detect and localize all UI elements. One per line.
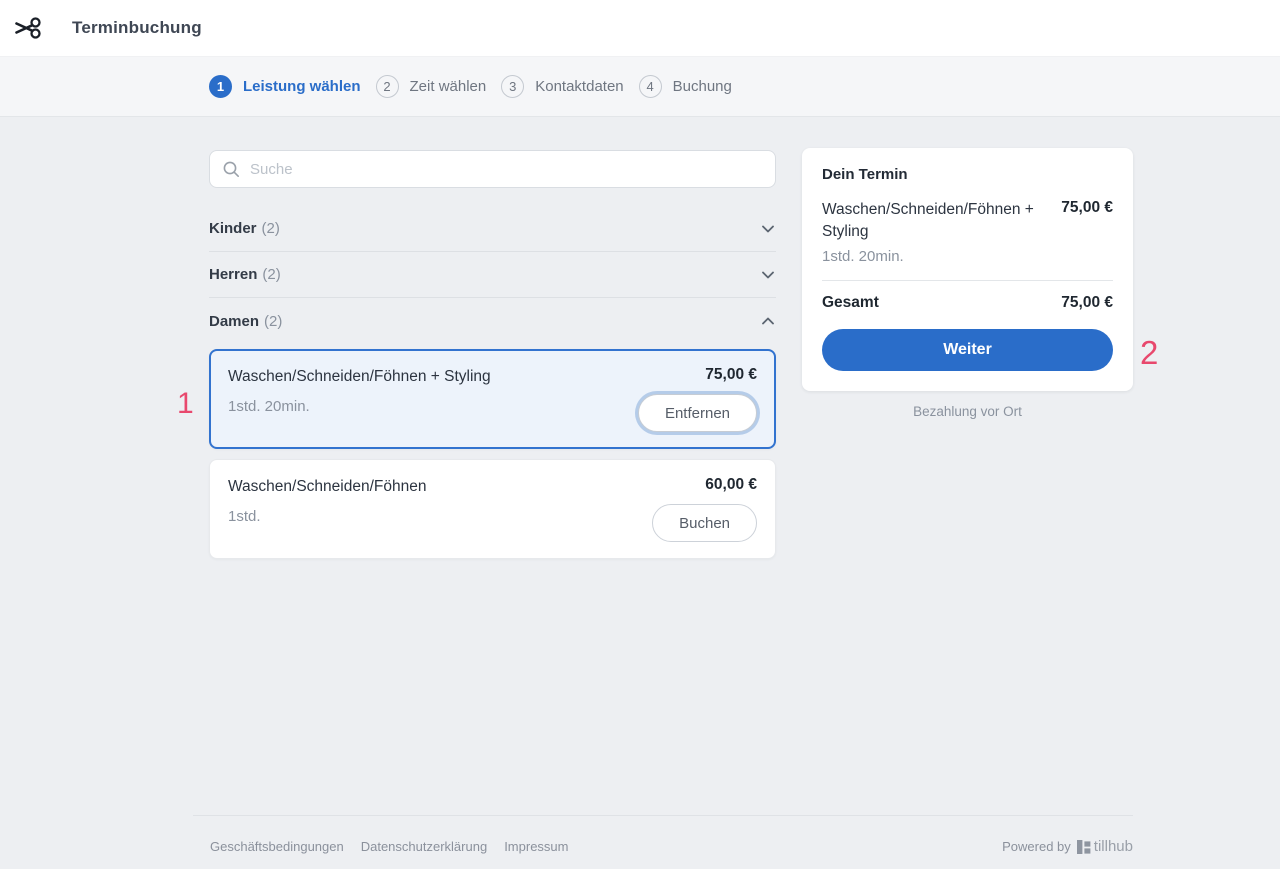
chevron-up-icon xyxy=(760,313,776,329)
link-geschaeftsbedingungen[interactable]: Geschäftsbedingungen xyxy=(210,839,344,854)
step-label: Buchung xyxy=(673,78,732,95)
scissors-icon xyxy=(12,12,44,44)
cart-total-row: Gesamt 75,00 € xyxy=(822,294,1113,312)
annotation-marker-2: 2 xyxy=(1140,336,1158,369)
step-number: 2 xyxy=(376,75,399,98)
weiter-button[interactable]: Weiter xyxy=(822,329,1113,371)
app-header: Terminbuchung xyxy=(0,0,1280,57)
category-damen[interactable]: Damen (2) xyxy=(209,298,776,344)
category-name: Damen xyxy=(209,313,259,330)
category-count: (2) xyxy=(262,220,280,237)
link-datenschutzerklaerung[interactable]: Datenschutzerklärung xyxy=(361,839,487,854)
main-content: Kinder (2) Herren (2) Damen (2) Waschen/… xyxy=(209,117,1133,569)
powered-by-text: Powered by xyxy=(1002,839,1071,854)
category-herren[interactable]: Herren (2) xyxy=(209,252,776,298)
cart-summary-card: Dein Termin Waschen/Schneiden/Föhnen + S… xyxy=(802,148,1133,391)
search-input[interactable] xyxy=(250,161,763,178)
page-footer: Geschäftsbedingungen Datenschutzerklärun… xyxy=(193,815,1133,869)
service-duration: 1std. xyxy=(228,504,261,525)
service-footer: 1std. Buchen xyxy=(228,504,757,542)
powered-by: Powered by tillhub xyxy=(1002,838,1133,855)
service-title: Waschen/Schneiden/Föhnen xyxy=(228,476,426,498)
service-header: Waschen/Schneiden/Föhnen 60,00 € xyxy=(228,476,757,498)
entfernen-button[interactable]: Entfernen xyxy=(638,394,757,432)
service-price: 60,00 € xyxy=(705,476,757,494)
service-list-column: Kinder (2) Herren (2) Damen (2) Waschen/… xyxy=(209,150,776,569)
service-footer: 1std. 20min. Entfernen xyxy=(228,394,757,432)
step-bar: 1 Leistung wählen 2 Zeit wählen 3 Kontak… xyxy=(0,57,1280,117)
cart-total-label: Gesamt xyxy=(822,294,879,312)
category-kinder[interactable]: Kinder (2) xyxy=(209,206,776,252)
service-title: Waschen/Schneiden/Föhnen + Styling xyxy=(228,366,491,388)
search-icon xyxy=(222,160,240,178)
category-count: (2) xyxy=(264,313,282,330)
cart-item-duration: 1std. 20min. xyxy=(822,248,1113,265)
chevron-down-icon xyxy=(760,221,776,237)
step-label: Leistung wählen xyxy=(243,78,361,95)
divider xyxy=(822,280,1113,281)
step-number: 3 xyxy=(501,75,524,98)
service-card-selected[interactable]: Waschen/Schneiden/Föhnen + Styling 75,00… xyxy=(209,349,776,449)
buchen-button[interactable]: Buchen xyxy=(652,504,757,542)
step-label: Zeit wählen xyxy=(410,78,487,95)
cart-column: Dein Termin Waschen/Schneiden/Föhnen + S… xyxy=(802,150,1133,569)
cart-item-title: Waschen/Schneiden/Föhnen + Styling xyxy=(822,199,1047,243)
annotation-marker-1: 1 xyxy=(177,389,194,419)
step-indicator: 1 Leistung wählen 2 Zeit wählen 3 Kontak… xyxy=(209,75,747,98)
step-leistung-waehlen[interactable]: 1 Leistung wählen xyxy=(209,75,361,98)
step-number: 1 xyxy=(209,75,232,98)
cart-item: Waschen/Schneiden/Föhnen + Styling 75,00… xyxy=(822,199,1113,243)
step-zeit-waehlen[interactable]: 2 Zeit wählen xyxy=(376,75,487,98)
footer-row: Geschäftsbedingungen Datenschutzerklärun… xyxy=(193,816,1133,869)
category-count: (2) xyxy=(262,266,280,283)
tillhub-logo-icon xyxy=(1077,840,1091,854)
tillhub-brand-text: tillhub xyxy=(1094,838,1133,855)
cart-title: Dein Termin xyxy=(822,166,1113,183)
cart-item-price: 75,00 € xyxy=(1061,199,1113,243)
service-header: Waschen/Schneiden/Föhnen + Styling 75,00… xyxy=(228,366,757,388)
chevron-down-icon xyxy=(760,267,776,283)
category-name: Kinder xyxy=(209,220,257,237)
category-name: Herren xyxy=(209,266,257,283)
cart-total-price: 75,00 € xyxy=(1061,294,1113,312)
page-title: Terminbuchung xyxy=(72,18,202,38)
step-number: 4 xyxy=(639,75,662,98)
service-price: 75,00 € xyxy=(705,366,757,384)
link-impressum[interactable]: Impressum xyxy=(504,839,568,854)
tillhub-brand: tillhub xyxy=(1077,838,1133,855)
step-label: Kontaktdaten xyxy=(535,78,623,95)
step-kontaktdaten[interactable]: 3 Kontaktdaten xyxy=(501,75,623,98)
search-bar xyxy=(209,150,776,188)
service-duration: 1std. 20min. xyxy=(228,394,310,415)
step-buchung[interactable]: 4 Buchung xyxy=(639,75,732,98)
payment-note: Bezahlung vor Ort xyxy=(802,404,1133,419)
service-card[interactable]: Waschen/Schneiden/Föhnen 60,00 € 1std. B… xyxy=(209,459,776,559)
